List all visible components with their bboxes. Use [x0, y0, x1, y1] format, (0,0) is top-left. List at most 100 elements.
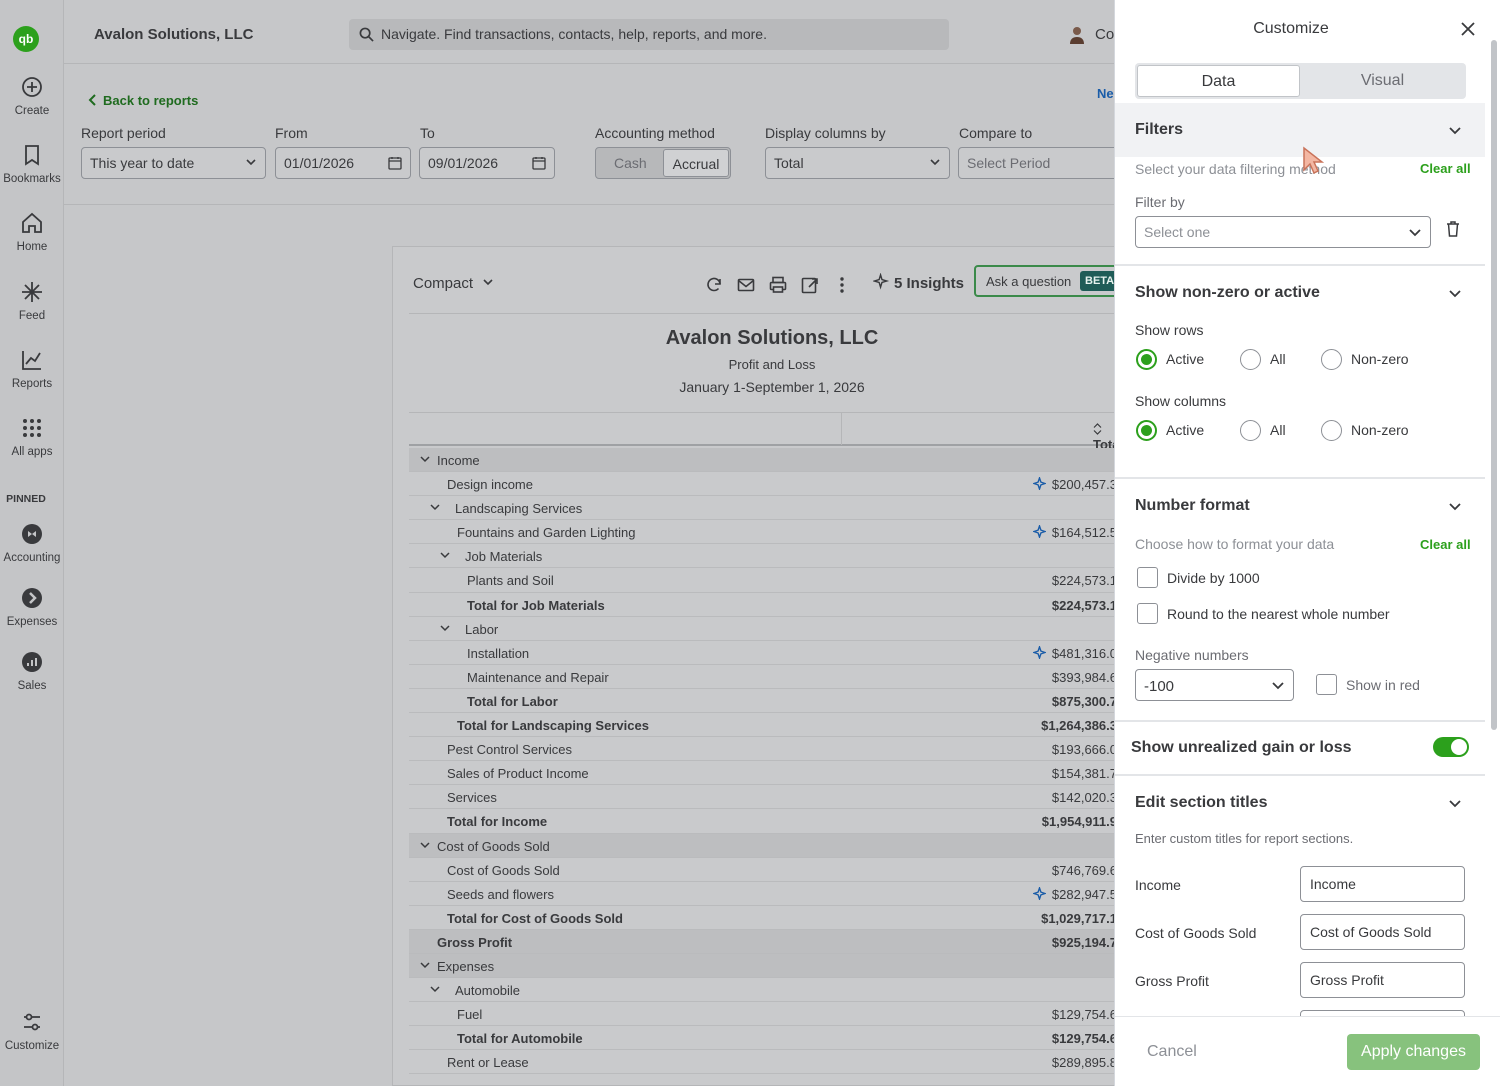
- number-format-clear-all[interactable]: Clear all: [1420, 537, 1471, 552]
- accrual-option[interactable]: Accrual: [663, 149, 729, 177]
- report-row[interactable]: Automobile: [409, 978, 1123, 1003]
- trash-icon[interactable]: [1446, 221, 1460, 237]
- row-amount[interactable]: $193,666.0: [1052, 742, 1117, 757]
- report-row[interactable]: Total for Automobile $129,754.6: [409, 1026, 1123, 1051]
- nav-home[interactable]: Home: [0, 211, 64, 253]
- report-row[interactable]: Total for Cost of Goods Sold $1,029,717.1: [409, 906, 1123, 930]
- row-amount[interactable]: $164,512.5: [1052, 525, 1117, 540]
- unrealized-gain-toggle[interactable]: [1433, 737, 1469, 757]
- report-row[interactable]: Cost of Goods Sold $746,769.6: [409, 858, 1123, 882]
- row-amount[interactable]: $224,573.1: [1052, 598, 1117, 613]
- report-row[interactable]: Plants and Soil $224,573.1: [409, 568, 1123, 593]
- row-amount[interactable]: $142,020.3: [1052, 790, 1117, 805]
- nav-customize[interactable]: Customize: [0, 1010, 64, 1052]
- nav-sales[interactable]: Sales: [0, 650, 64, 692]
- row-amount[interactable]: $746,769.6: [1052, 863, 1117, 878]
- to-date-input[interactable]: 09/01/2026: [419, 147, 555, 179]
- row-amount[interactable]: $282,947.5: [1052, 887, 1117, 902]
- filters-clear-all[interactable]: Clear all: [1420, 161, 1471, 176]
- row-amount[interactable]: $393,984.6: [1052, 670, 1117, 685]
- report-row[interactable]: Expenses: [409, 953, 1123, 979]
- company-name[interactable]: Avalon Solutions, LLC: [94, 26, 253, 43]
- filters-section-header[interactable]: Filters: [1115, 103, 1485, 157]
- report-row[interactable]: Pest Control Services $193,666.0: [409, 737, 1123, 762]
- report-row[interactable]: Fountains and Garden Lighting $164,512.5: [409, 520, 1123, 545]
- row-amount[interactable]: $289,895.8: [1052, 1055, 1117, 1070]
- section-title-input-income[interactable]: Income: [1300, 866, 1465, 902]
- row-amount[interactable]: $224,573.1: [1052, 573, 1117, 588]
- collapse-chevron-icon[interactable]: [419, 958, 431, 972]
- section-title-input-gross-profit[interactable]: Gross Profit: [1300, 962, 1465, 998]
- filter-by-select[interactable]: Select one: [1135, 216, 1431, 248]
- close-icon[interactable]: [1461, 22, 1475, 36]
- row-amount[interactable]: $1,954,911.9: [1042, 814, 1117, 829]
- insight-sparkle-icon[interactable]: [1033, 645, 1046, 659]
- report-row[interactable]: Total for Job Materials $224,573.1: [409, 593, 1123, 617]
- new-link-truncated[interactable]: Ne: [1097, 86, 1114, 101]
- report-row[interactable]: Rent or Lease $289,895.8: [409, 1050, 1123, 1075]
- more-options-icon[interactable]: [833, 276, 851, 294]
- calendar-icon[interactable]: [532, 156, 546, 170]
- number-format-section-header[interactable]: Number format: [1115, 479, 1485, 531]
- section-title-input-cogs[interactable]: Cost of Goods Sold: [1300, 914, 1465, 950]
- nav-accounting[interactable]: Accounting: [0, 522, 64, 564]
- collapse-chevron-icon[interactable]: [439, 621, 451, 635]
- cancel-button[interactable]: Cancel: [1147, 1043, 1197, 1061]
- row-amount[interactable]: $1,264,386.3: [1041, 718, 1117, 733]
- report-row[interactable]: Installation $481,316.0: [409, 641, 1123, 665]
- negative-numbers-select[interactable]: -100: [1135, 669, 1294, 701]
- nav-reports[interactable]: Reports: [0, 348, 64, 390]
- nav-expenses[interactable]: Expenses: [0, 586, 64, 628]
- export-icon[interactable]: [801, 276, 819, 294]
- nav-bookmarks[interactable]: Bookmarks: [0, 143, 64, 185]
- email-icon[interactable]: [737, 276, 755, 294]
- row-amount[interactable]: $481,316.0: [1052, 646, 1117, 661]
- insight-sparkle-icon[interactable]: [1033, 525, 1046, 539]
- insight-sparkle-icon[interactable]: [1033, 477, 1046, 491]
- calendar-icon[interactable]: [388, 156, 402, 170]
- cash-option[interactable]: Cash: [614, 155, 647, 171]
- row-amount[interactable]: $875,300.7: [1052, 694, 1117, 709]
- collapse-chevron-icon[interactable]: [429, 982, 441, 996]
- panel-scrollbar[interactable]: [1491, 40, 1497, 730]
- row-amount[interactable]: $154,381.7: [1052, 766, 1117, 781]
- report-row[interactable]: Design income $200,457.3: [409, 472, 1123, 497]
- report-row[interactable]: Cost of Goods Sold: [409, 833, 1123, 858]
- from-date-input[interactable]: 01/01/2026: [275, 147, 411, 179]
- tab-visual[interactable]: Visual: [1301, 65, 1464, 97]
- collapse-chevron-icon[interactable]: [439, 548, 451, 562]
- report-row[interactable]: Total for Landscaping Services $1,264,386…: [409, 713, 1123, 738]
- nonzero-section-header[interactable]: Show non-zero or active: [1115, 266, 1485, 318]
- ask-a-question-button[interactable]: Ask a question BETA: [974, 265, 1124, 297]
- report-period-select[interactable]: This year to date: [81, 147, 266, 179]
- report-row[interactable]: Fuel $129,754.6: [409, 1002, 1123, 1027]
- quickbooks-logo[interactable]: qb: [13, 26, 39, 52]
- section-titles-header[interactable]: Edit section titles: [1115, 776, 1485, 828]
- report-row[interactable]: Gross Profit $925,194.7: [409, 929, 1123, 954]
- report-row[interactable]: Landscaping Services: [409, 496, 1123, 521]
- report-row[interactable]: Services $142,020.3: [409, 785, 1123, 810]
- collapse-chevron-icon[interactable]: [429, 500, 441, 514]
- row-amount[interactable]: $129,754.6: [1052, 1007, 1117, 1022]
- row-amount[interactable]: $200,457.3: [1052, 477, 1117, 492]
- report-row[interactable]: Total for Income $1,954,911.9: [409, 809, 1123, 834]
- nav-all-apps[interactable]: All apps: [0, 416, 64, 458]
- insights-button[interactable]: 5 Insights: [871, 272, 964, 292]
- collapse-chevron-icon[interactable]: [419, 452, 431, 466]
- row-amount[interactable]: $925,194.7: [1052, 935, 1117, 950]
- nav-feed[interactable]: Feed: [0, 280, 64, 322]
- compare-to-select[interactable]: Select Period: [958, 147, 1128, 179]
- apply-changes-button[interactable]: Apply changes: [1347, 1034, 1480, 1070]
- display-columns-select[interactable]: Total: [765, 147, 950, 179]
- report-row[interactable]: Income: [409, 448, 1123, 473]
- report-row[interactable]: Sales of Product Income $154,381.7: [409, 761, 1123, 786]
- report-row[interactable]: Labor: [409, 617, 1123, 641]
- insight-sparkle-icon[interactable]: [1033, 886, 1046, 900]
- back-to-reports-link[interactable]: Back to reports: [88, 93, 198, 108]
- row-amount[interactable]: $1,029,717.1: [1041, 911, 1117, 926]
- view-select[interactable]: Compact: [413, 275, 494, 292]
- user-avatar-icon[interactable]: [1069, 26, 1085, 44]
- print-icon[interactable]: [769, 276, 787, 294]
- tab-data[interactable]: Data: [1137, 65, 1300, 97]
- report-row[interactable]: Job Materials: [409, 544, 1123, 569]
